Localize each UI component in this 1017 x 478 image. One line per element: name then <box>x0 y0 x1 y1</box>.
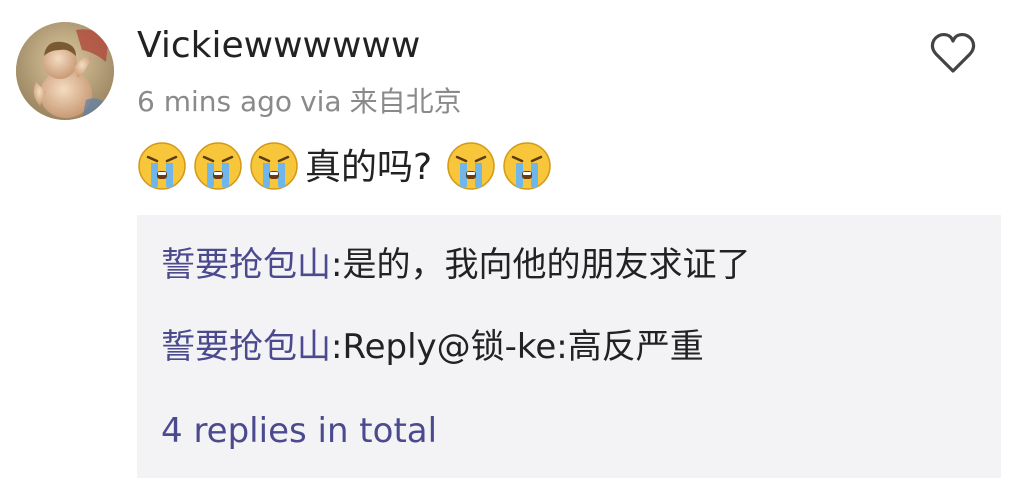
crying-face-icon <box>194 142 242 190</box>
location-label: 来自北京 <box>349 85 462 118</box>
crying-face-icon <box>503 142 551 190</box>
reply-author[interactable]: 誓要抢包山 <box>161 245 331 285</box>
reply-separator: : <box>331 327 343 367</box>
via-label: via <box>300 85 342 118</box>
reply-separator: : <box>331 245 343 285</box>
heart-outline-icon[interactable] <box>930 32 976 74</box>
reply-text: 是的，我向他的朋友求证了 <box>342 245 751 285</box>
username[interactable]: Vickiewwwwww <box>137 24 420 68</box>
timestamp: 6 mins ago <box>137 85 293 118</box>
avatar[interactable] <box>16 22 114 120</box>
crying-face-icon <box>447 142 495 190</box>
comment-meta: 6 mins ago via 来自北京 <box>137 84 462 120</box>
view-all-replies-link[interactable]: 4 replies in total <box>161 409 437 453</box>
comment-card: Vickiewwwwww 6 mins ago via 来自北京 真的吗? 誓要抢包… <box>0 0 1017 478</box>
emoji-group-after <box>446 141 558 195</box>
reply-text: Reply@锁-ke:高反严重 <box>342 327 704 367</box>
comment-body: 真的吗? <box>137 140 558 196</box>
comment-text: 真的吗? <box>305 147 433 188</box>
reply-item[interactable]: 誓要抢包山:Reply@锁-ke:高反严重 <box>161 325 704 369</box>
emoji-group-before <box>137 141 305 195</box>
crying-face-icon <box>250 142 298 190</box>
replies-panel[interactable]: 誓要抢包山:是的，我向他的朋友求证了 誓要抢包山:Reply@锁-ke:高反严重… <box>137 215 1001 478</box>
reply-item[interactable]: 誓要抢包山:是的，我向他的朋友求证了 <box>161 243 750 287</box>
avatar-image <box>16 22 114 120</box>
reply-author[interactable]: 誓要抢包山 <box>161 327 331 367</box>
crying-face-icon <box>138 142 186 190</box>
